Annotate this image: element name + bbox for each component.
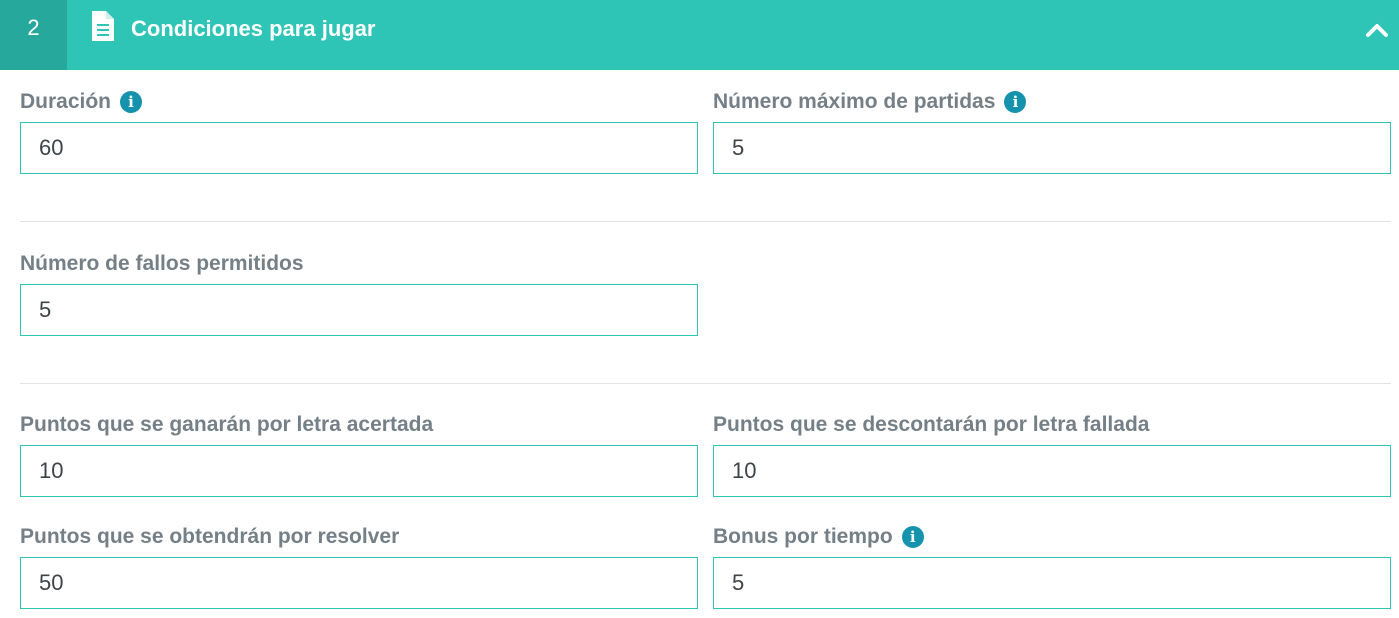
game-conditions-panel: 2 Condiciones para jugar Duración i Núme… — [0, 0, 1399, 618]
section-title: Condiciones para jugar — [131, 16, 376, 41]
fallos-permitidos-input[interactable] — [20, 284, 698, 336]
info-icon[interactable]: i — [901, 526, 924, 548]
fallos-permitidos-label: Número de fallos permitidos — [20, 252, 304, 275]
max-partidas-input[interactable] — [713, 122, 1391, 174]
field-max-partidas: Número máximo de partidas i — [713, 89, 1391, 174]
puntos-fallo-input[interactable] — [713, 445, 1391, 497]
puntos-fallo-label: Puntos que se descontarán por letra fall… — [713, 413, 1150, 436]
info-icon[interactable]: i — [120, 91, 143, 113]
bonus-tiempo-input[interactable] — [713, 557, 1391, 609]
bonus-tiempo-label: Bonus por tiempo i — [713, 524, 1391, 550]
chevron-up-icon[interactable] — [1365, 20, 1389, 40]
max-partidas-label: Número máximo de partidas i — [713, 89, 1391, 115]
document-icon — [92, 11, 114, 41]
field-puntos-acierto: Puntos que se ganarán por letra acertada — [20, 412, 698, 497]
section-header[interactable]: 2 Condiciones para jugar — [0, 0, 1399, 70]
field-puntos-resolver: Puntos que se obtendrán por resolver — [20, 524, 698, 609]
duracion-input[interactable] — [20, 122, 698, 174]
field-fallos-permitidos: Número de fallos permitidos — [20, 251, 698, 336]
field-bonus-tiempo: Bonus por tiempo i — [713, 524, 1391, 609]
puntos-acierto-label: Puntos que se ganarán por letra acertada — [20, 413, 434, 436]
puntos-resolver-label: Puntos que se obtendrán por resolver — [20, 525, 400, 548]
step-number: 2 — [0, 0, 67, 70]
divider — [20, 383, 1391, 384]
field-puntos-fallo: Puntos que se descontarán por letra fall… — [713, 412, 1391, 497]
info-icon[interactable]: i — [1004, 91, 1027, 113]
field-duracion: Duración i — [20, 89, 698, 174]
divider — [20, 221, 1391, 222]
puntos-resolver-input[interactable] — [20, 557, 698, 609]
puntos-acierto-input[interactable] — [20, 445, 698, 497]
duracion-label: Duración i — [20, 89, 698, 115]
